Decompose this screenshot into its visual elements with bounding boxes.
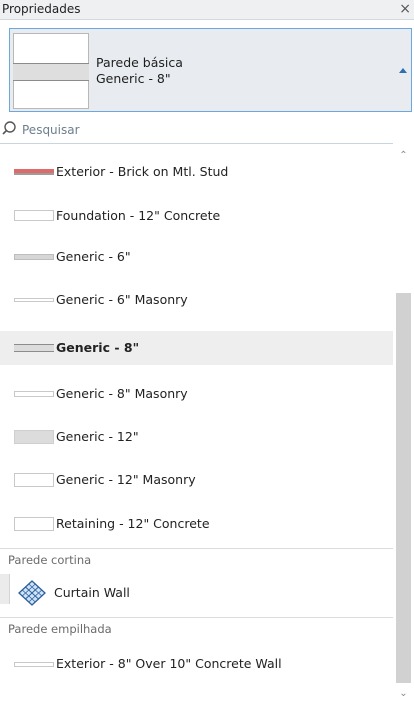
group-header-stacked-wall: Parede empilhada xyxy=(0,617,393,640)
list-item-label: Curtain Wall xyxy=(54,585,130,600)
list-item-label: Generic - 6" xyxy=(56,249,131,264)
scroll-down-arrow-icon[interactable]: ⌄ xyxy=(398,688,409,699)
vertical-scrollbar[interactable]: ⌃ ⌄ xyxy=(393,143,414,704)
panel-title: Propriedades xyxy=(2,2,81,16)
close-icon[interactable]: × xyxy=(399,1,411,17)
underlying-panel-edge xyxy=(0,574,10,604)
list-item[interactable]: Exterior - Brick on Mtl. Stud xyxy=(0,155,393,189)
wall-swatch-icon xyxy=(14,254,54,260)
list-item-label: Generic - 12" xyxy=(56,429,139,444)
wall-swatch-icon xyxy=(14,391,54,397)
wall-preview-icon xyxy=(13,63,89,81)
list-item-selected[interactable]: Generic - 8" xyxy=(0,331,393,365)
list-item[interactable]: Generic - 8" Masonry xyxy=(0,377,393,411)
list-item-label: Generic - 12" Masonry xyxy=(56,472,196,487)
wall-swatch-icon xyxy=(14,210,54,221)
curtain-wall-icon xyxy=(18,580,46,606)
list-item[interactable]: Generic - 12" Masonry xyxy=(0,463,393,497)
group-header-label: Parede empilhada xyxy=(8,622,112,636)
search-bar xyxy=(0,119,414,144)
list-item-label: Generic - 8" xyxy=(56,340,140,355)
list-item-label: Exterior - Brick on Mtl. Stud xyxy=(56,164,229,179)
list-item[interactable]: Generic - 6" Masonry xyxy=(0,283,393,317)
type-name-label: Generic - 8" xyxy=(96,71,171,86)
properties-title-bar: Propriedades × xyxy=(0,0,414,20)
list-item-label: Exterior - 8" Over 10" Concrete Wall xyxy=(56,656,282,671)
list-item[interactable]: Foundation - 12" Concrete xyxy=(0,199,393,233)
list-item-label: Generic - 8" Masonry xyxy=(56,386,188,401)
collapse-arrow-icon[interactable] xyxy=(399,68,407,73)
type-list: Exterior - Brick on Mtl. Stud Foundation… xyxy=(0,143,414,704)
list-item-label: Foundation - 12" Concrete xyxy=(56,208,221,223)
wall-swatch-icon xyxy=(14,298,54,302)
wall-swatch-icon xyxy=(14,344,54,352)
type-family-label: Parede básica xyxy=(96,55,183,70)
wall-swatch-icon xyxy=(14,169,54,175)
scroll-up-arrow-icon[interactable]: ⌃ xyxy=(398,150,409,161)
wall-swatch-icon xyxy=(14,473,54,487)
wall-swatch-icon xyxy=(14,662,54,667)
group-header-label: Parede cortina xyxy=(8,553,92,567)
list-item-label: Retaining - 12" Concrete xyxy=(56,516,210,531)
type-selector[interactable]: Parede básica Generic - 8" xyxy=(9,28,412,112)
list-item[interactable]: Retaining - 12" Concrete xyxy=(0,507,393,541)
type-preview-thumbnail xyxy=(13,33,89,109)
wall-swatch-icon xyxy=(14,430,54,444)
list-item-label: Generic - 6" Masonry xyxy=(56,292,188,307)
list-item[interactable]: Exterior - 8" Over 10" Concrete Wall xyxy=(0,647,393,681)
search-input[interactable] xyxy=(22,121,392,139)
group-header-curtain-wall: Parede cortina xyxy=(0,548,393,571)
list-item[interactable]: Generic - 12" xyxy=(0,420,393,454)
wall-swatch-icon xyxy=(14,517,54,531)
list-item[interactable]: Curtain Wall xyxy=(0,576,393,610)
search-icon xyxy=(2,121,16,135)
scrollbar-thumb[interactable] xyxy=(396,293,411,683)
list-item[interactable]: Generic - 6" xyxy=(0,240,393,274)
